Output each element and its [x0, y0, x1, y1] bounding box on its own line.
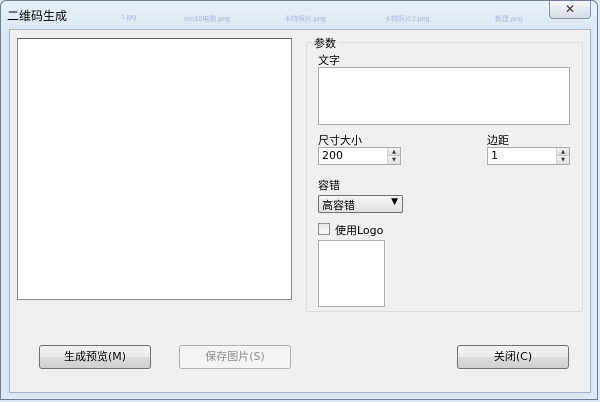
title-bar[interactable]: 1.jpg win10电脑.png 卡特照片.png 卡特照片2.png 新建.… — [1, 1, 597, 29]
ecc-dropdown[interactable]: 高容错 ▼ — [318, 195, 403, 213]
size-spinbox[interactable]: 200 ▲ ▼ — [318, 147, 401, 165]
dialog-client-area: 参数 文字 尺寸大小 200 ▲ ▼ 边距 1 ▲ ▼ 容错 高容错 ▼ 使用L… — [9, 29, 591, 393]
margin-spin-buttons: ▲ ▼ — [556, 148, 569, 164]
use-logo-label[interactable]: 使用Logo — [335, 222, 383, 238]
margin-spinbox[interactable]: 1 ▲ ▼ — [487, 147, 570, 165]
size-label: 尺寸大小 — [318, 134, 362, 147]
spin-down-icon[interactable]: ▼ — [557, 156, 569, 164]
spin-down-icon[interactable]: ▼ — [388, 156, 400, 164]
spin-up-icon[interactable]: ▲ — [557, 148, 569, 156]
size-value: 200 — [322, 149, 343, 162]
chevron-down-icon: ▼ — [391, 197, 398, 207]
background-title-2: win10电脑.png — [184, 16, 230, 23]
window-close-button[interactable]: ✕ — [549, 1, 591, 19]
generate-preview-button[interactable]: 生成预览(M) — [39, 345, 151, 369]
logo-preview-box[interactable] — [318, 240, 385, 307]
background-title-3: 卡特照片.png — [284, 16, 326, 23]
margin-label: 边距 — [487, 134, 509, 147]
close-button[interactable]: 关闭(C) — [457, 345, 569, 369]
save-image-button[interactable]: 保存图片(S) — [179, 345, 291, 369]
params-groupbox: 参数 文字 尺寸大小 200 ▲ ▼ 边距 1 ▲ ▼ 容错 高容错 ▼ 使用L… — [306, 35, 583, 312]
qr-preview-panel — [17, 38, 292, 300]
ecc-selected-value: 高容错 — [322, 199, 355, 212]
background-title-4: 卡特照片2.png — [384, 16, 430, 23]
use-logo-checkbox[interactable] — [318, 223, 330, 235]
background-title-1: 1.jpg — [121, 14, 137, 21]
window-title: 二维码生成 — [7, 9, 68, 23]
close-icon: ✕ — [564, 2, 576, 16]
ecc-label: 容错 — [318, 179, 340, 192]
margin-value: 1 — [491, 149, 498, 162]
params-group-title: 参数 — [312, 35, 338, 51]
dialog-window: 1.jpg win10电脑.png 卡特照片.png 卡特照片2.png 新建.… — [0, 0, 598, 400]
text-input[interactable] — [318, 67, 570, 125]
spin-up-icon[interactable]: ▲ — [388, 148, 400, 156]
text-label: 文字 — [318, 54, 340, 67]
size-spin-buttons: ▲ ▼ — [387, 148, 400, 164]
background-title-5: 新建.png — [495, 16, 523, 23]
